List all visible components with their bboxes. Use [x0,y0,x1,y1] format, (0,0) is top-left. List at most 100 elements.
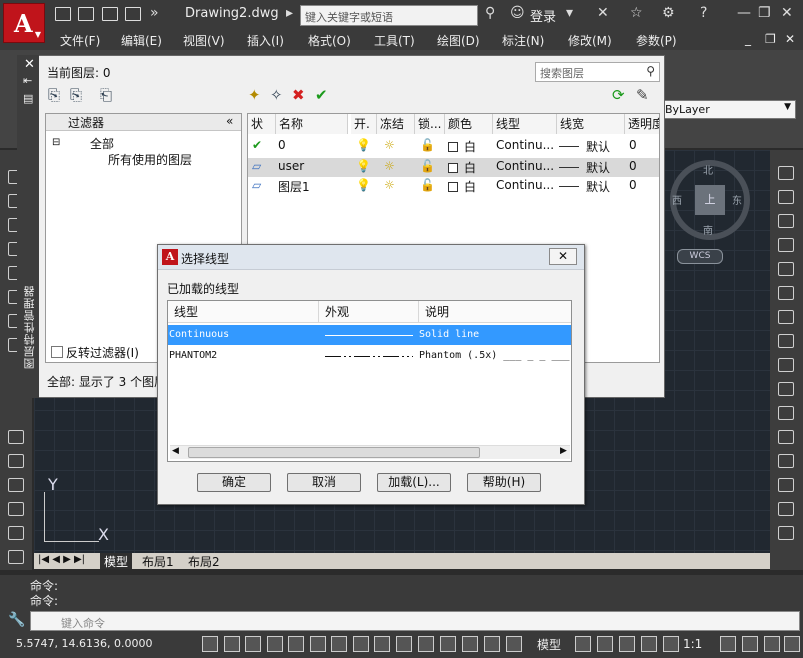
open-file-icon[interactable] [78,7,94,21]
refresh-icon[interactable]: ⟳ [612,86,625,104]
erase-tool-icon[interactable] [778,166,794,180]
chamfer-tool-icon[interactable] [778,478,794,492]
menu-format[interactable]: 格式(O) [308,32,351,49]
tab-scroll-icon[interactable]: |◀ ◀ ▶ ▶| [38,554,85,565]
new-file-icon[interactable] [55,7,71,21]
viewcube[interactable]: 上 北 南 东 西 [670,160,750,240]
collapse-icon[interactable]: « [226,114,233,128]
layer-color[interactable]: 白 [448,138,476,155]
extend-tool-icon[interactable] [778,406,794,420]
column-appearance[interactable]: 外观 [319,301,419,323]
annotation-monitor-icon[interactable] [506,636,522,652]
tab-layout2[interactable]: 布局2 [184,553,224,569]
table-tool-icon[interactable] [8,550,24,564]
fillet-tool-icon[interactable] [778,502,794,516]
new-layer-vp-frozen-icon[interactable]: ✧ [270,86,283,104]
minimize-icon[interactable]: — [737,5,751,21]
palette-autohide-icon[interactable]: ⇤ [23,74,32,87]
more-tools-icon[interactable]: » [150,5,159,21]
filter-all-item[interactable]: 全部 [90,135,114,152]
linetype-combo[interactable]: ByLayer ▼ [660,100,796,119]
palette-close-icon[interactable]: ✕ [24,57,35,72]
column-lineweight[interactable]: 线宽 [557,114,625,134]
help-button[interactable]: 帮助(H) [467,473,541,492]
menu-parametric[interactable]: 参数(P) [636,32,677,49]
column-linetype[interactable]: 线型 [493,114,557,134]
layer-lineweight[interactable]: 默认 [586,159,610,176]
column-transparency[interactable]: 透明度 [625,114,659,134]
menu-edit[interactable]: 编辑(E) [121,32,162,49]
region-tool-icon[interactable] [8,526,24,540]
ok-button[interactable]: 确定 [197,473,271,492]
new-group-filter-icon[interactable]: ⎘ [70,86,82,104]
layer-color[interactable]: 白 [448,178,476,195]
search-expand-icon[interactable]: ▸ [286,5,293,21]
rotate-tool-icon[interactable] [778,310,794,324]
column-linetype[interactable]: 线型 [168,301,319,323]
quick-view-layouts-icon[interactable] [575,636,591,652]
column-freeze[interactable]: 冻结 [377,114,415,134]
offset-tool-icon[interactable] [778,238,794,252]
list-item[interactable]: Continuous Solid line [168,325,571,345]
scrollbar-thumb[interactable] [188,447,480,458]
layer-lineweight[interactable]: 默认 [586,138,610,155]
tree-expand-icon[interactable]: ⊟ [52,137,60,148]
move-tool-icon[interactable] [778,286,794,300]
command-input[interactable]: 键入命令 [30,611,800,631]
sun-thaw-icon[interactable]: ☼ [384,159,395,173]
3dosnap-icon[interactable] [331,636,347,652]
explode-tool-icon[interactable] [778,526,794,540]
toolbar-lock-icon[interactable] [764,636,780,652]
layer-transparency[interactable]: 0 [629,178,637,192]
otrack-icon[interactable] [353,636,369,652]
login-button[interactable]: 登录 [530,6,556,25]
menu-file[interactable]: 文件(F) [60,32,100,49]
pan-icon[interactable] [619,636,635,652]
infer-constraints-icon[interactable] [202,636,218,652]
binoculars-icon[interactable]: ⚲ [485,5,495,21]
ortho-icon[interactable] [267,636,283,652]
compass-north[interactable]: 北 [703,162,713,177]
layer-lineweight[interactable]: 默认 [586,178,610,195]
close-icon[interactable]: ✕ [781,5,793,21]
table-row[interactable]: ✔ 0 💡 ☼ 🔓 白 Continu... 默认 0 [248,137,659,156]
scale-tool-icon[interactable] [778,334,794,348]
trim-tool-icon[interactable] [778,382,794,396]
sun-thaw-icon[interactable]: ☼ [384,138,395,152]
maximize-icon[interactable]: ❐ [758,5,771,21]
layer-transparency[interactable]: 0 [629,138,637,152]
transparency-icon[interactable] [440,636,456,652]
grid-icon[interactable] [245,636,261,652]
column-lock[interactable]: 锁... [415,114,445,134]
menu-tools[interactable]: 工具(T) [374,32,415,49]
join-tool-icon[interactable] [778,454,794,468]
snap-icon[interactable] [224,636,240,652]
compass-south[interactable]: 南 [703,222,713,237]
mirror-tool-icon[interactable] [778,214,794,228]
layer-linetype[interactable]: Continu... [496,138,554,152]
array-tool-icon[interactable] [778,262,794,276]
break-tool-icon[interactable] [778,430,794,444]
zoom-icon[interactable] [641,636,657,652]
quick-view-drawings-icon[interactable] [597,636,613,652]
palette-properties-icon[interactable]: ▤ [23,92,33,105]
dialog-close-button[interactable]: ✕ [549,248,577,265]
column-on[interactable]: 开. [351,114,377,134]
stretch-tool-icon[interactable] [778,358,794,372]
lightbulb-icon[interactable] [742,636,758,652]
copy-tool-icon[interactable] [778,190,794,204]
star-icon[interactable]: ☆ [630,5,643,21]
filter-used-item[interactable]: 所有使用的图层 [108,151,192,168]
lineweight-icon[interactable] [418,636,434,652]
new-layer-icon[interactable]: ✦ [248,86,261,104]
chevron-down-icon[interactable]: ▼ [784,102,791,112]
viewcube-top-face[interactable]: 上 [695,185,725,215]
layer-linetype[interactable]: Continu... [496,159,554,173]
settings-wrench-icon[interactable]: ✎ [636,86,649,104]
menu-modify[interactable]: 修改(M) [568,32,612,49]
load-button[interactable]: 加载(L)... [377,473,451,492]
new-property-filter-icon[interactable]: ⎘ [48,86,60,104]
point-tool-icon[interactable] [8,454,24,468]
delete-layer-icon[interactable]: ✖ [292,86,305,104]
layer-search-input[interactable]: 搜索图层 ⚲ [535,62,660,82]
